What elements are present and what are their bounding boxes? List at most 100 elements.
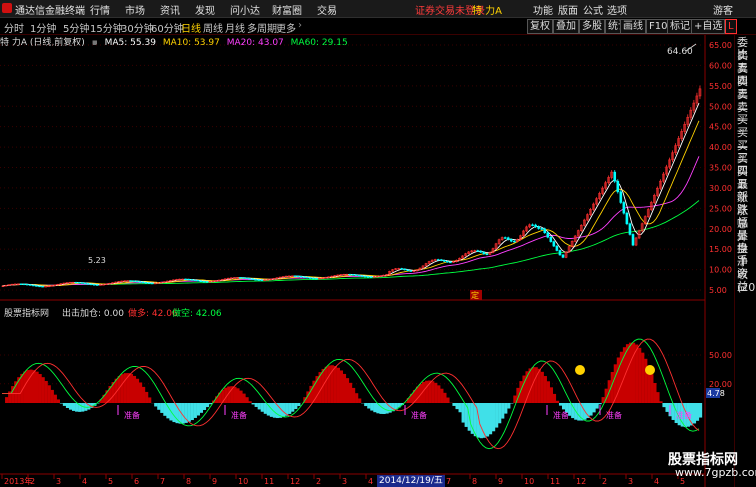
indicator-name[interactable]: 股票指标网 xyxy=(4,306,49,319)
date-tick-label: 2 xyxy=(30,477,35,486)
indicator-bar-negative xyxy=(157,403,161,410)
candle-body xyxy=(202,280,206,283)
indicator-bar-negative xyxy=(367,403,371,409)
candle-body xyxy=(144,282,148,284)
candle-body xyxy=(549,236,553,242)
candle-body xyxy=(446,261,449,263)
indicator-bar-negative xyxy=(160,403,164,413)
signal-label: 准备 xyxy=(411,410,427,420)
indicator-bar-negative xyxy=(364,403,368,407)
indicator-value-text: 4.78 xyxy=(707,389,725,398)
indicator-bar-positive xyxy=(148,397,152,403)
indicator-bar-negative xyxy=(698,403,703,418)
watermark-url: www.7gpzb.com xyxy=(675,466,756,479)
candle-body xyxy=(86,283,90,285)
candle-body xyxy=(141,281,145,284)
indicator-bar-positive xyxy=(546,381,550,403)
indicator-grid xyxy=(0,354,705,385)
candle-body xyxy=(366,276,370,278)
indicator-bar-negative xyxy=(458,403,462,413)
date-tick-label: 3 xyxy=(342,477,347,486)
indicator-bar-positive xyxy=(345,378,350,403)
indicator-bar-negative xyxy=(62,403,67,406)
signal-label: 准备 xyxy=(553,410,569,420)
candle-body xyxy=(348,274,352,276)
ma20-path xyxy=(1,156,700,287)
candle-body xyxy=(147,282,151,284)
indicator-bar-positive xyxy=(56,399,60,403)
ma10-path xyxy=(1,120,700,287)
candle-body xyxy=(485,253,489,256)
indicator-bar-negative xyxy=(193,403,197,418)
indicator-bar-negative xyxy=(202,403,207,410)
candle-body xyxy=(26,283,29,286)
indicator-bar-positive xyxy=(625,344,630,403)
ma60-path xyxy=(1,200,700,287)
candle-body xyxy=(187,278,190,281)
indicator-bar-positive xyxy=(437,385,441,403)
indicator-bar-negative xyxy=(294,403,298,410)
candle-body xyxy=(369,276,373,278)
indicator-bar-negative xyxy=(154,403,158,407)
candle-body xyxy=(616,180,620,193)
indicator-bar-positive xyxy=(324,366,328,403)
candle-body xyxy=(303,276,306,278)
candle-body xyxy=(531,224,534,226)
indicator-bar-positive xyxy=(443,392,447,403)
indicator-bars xyxy=(5,342,703,439)
candle-body xyxy=(479,250,483,253)
candle-body xyxy=(23,283,26,286)
indicator-tick-label: 50.00 xyxy=(709,351,732,360)
price-tick-label: 45.00 xyxy=(709,123,732,132)
date-tick-label: 10 xyxy=(524,477,534,486)
indicator-bar-positive xyxy=(5,397,9,403)
candle-body xyxy=(357,274,361,277)
indicator-bar-negative xyxy=(452,403,456,406)
indicator-bar-negative xyxy=(558,403,563,406)
candle-body xyxy=(96,284,99,286)
candle-body xyxy=(555,245,559,251)
indicator-bar-positive xyxy=(656,392,660,403)
candle-body xyxy=(509,239,513,242)
candle-body xyxy=(138,281,142,283)
indicator-bar-positive xyxy=(248,401,252,403)
candle-body xyxy=(476,250,480,252)
candle-body xyxy=(77,282,81,284)
candle-body xyxy=(296,275,300,278)
indicator-bar-negative xyxy=(370,403,374,411)
candle-body xyxy=(1,285,5,288)
price-grid xyxy=(0,44,705,291)
indicator-bar-positive xyxy=(659,401,663,403)
date-tick-label: 8 xyxy=(186,477,191,486)
candle-body xyxy=(540,228,543,230)
low-price-label: 5.23 xyxy=(88,256,106,265)
indicator-bar-positive xyxy=(129,374,134,403)
candle-body xyxy=(443,260,446,262)
candle-body xyxy=(32,284,35,287)
candle-body xyxy=(631,234,635,246)
indicator-line2: 做多: 42.06 xyxy=(128,309,178,319)
date-tick-label: 12 xyxy=(576,477,586,486)
indicator-bar-positive xyxy=(135,378,140,403)
candle-body xyxy=(622,202,626,214)
indicator-bar-negative xyxy=(571,403,575,419)
price-tick-label: 40.00 xyxy=(709,143,732,152)
price-tick-label: 65.00 xyxy=(709,41,732,50)
indicator-bar-negative xyxy=(163,403,167,416)
indicator-bar-negative xyxy=(65,403,70,408)
chart-canvas[interactable]: 65.0060.0055.0050.0045.0040.0035.0030.00… xyxy=(0,0,734,487)
date-axis: 2013年23456789101112234567891011122345 xyxy=(1,474,685,486)
indicator-bar-positive xyxy=(145,391,149,403)
date-tick-label: 3 xyxy=(628,477,633,486)
candle-body xyxy=(558,250,562,256)
indicator-bar-positive xyxy=(534,367,538,403)
candle-body xyxy=(199,280,203,282)
candle-body xyxy=(625,212,629,225)
indicator-bar-negative xyxy=(492,403,496,432)
candle-body xyxy=(260,279,263,282)
indicator-bar-positive xyxy=(352,387,356,403)
indicator-bar-negative xyxy=(485,403,490,437)
indicator-bar-negative xyxy=(379,403,383,414)
date-tick-label: 7 xyxy=(446,477,451,486)
indicator-bar-positive xyxy=(138,382,143,403)
